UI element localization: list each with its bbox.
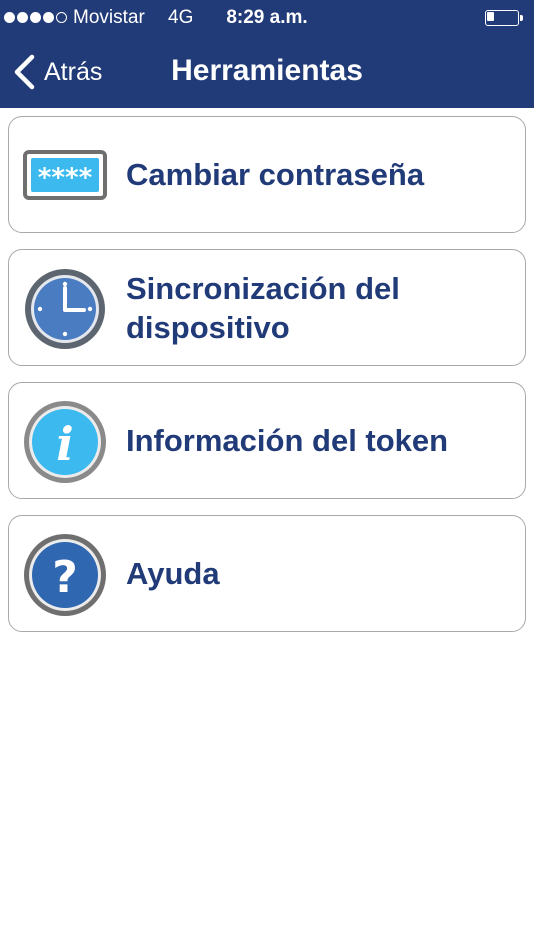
password-field-icon: **** (22, 133, 108, 219)
menu-item-help[interactable]: ? Ayuda (8, 515, 526, 632)
status-time: 8:29 a.m. (226, 7, 308, 28)
navigation-bar: Atrás Herramientas (0, 36, 534, 108)
menu-item-change-password[interactable]: **** Cambiar contraseña (8, 116, 526, 233)
clock-icon (22, 266, 108, 352)
page-title: Herramientas (171, 54, 363, 87)
status-bar: Movistar 4G 8:29 a.m. (0, 0, 534, 36)
menu-item-token-info[interactable]: i Información del token (8, 382, 526, 499)
svg-text:?: ? (52, 552, 78, 603)
info-icon: i (22, 399, 108, 485)
top-bar: Movistar 4G 8:29 a.m. Atrás Herramientas (0, 0, 534, 108)
menu-item-device-sync[interactable]: Sincronización del dispositivo (8, 249, 526, 366)
battery-level (487, 12, 494, 21)
menu-item-label: Ayuda (126, 556, 220, 591)
help-icon: ? (22, 532, 108, 618)
svg-text:****: **** (38, 163, 93, 193)
tools-menu: **** Cambiar contraseña Sincronización d… (8, 116, 526, 648)
menu-item-label: Información del token (126, 423, 449, 458)
menu-item-label: Sincronización del dispositivo (126, 270, 400, 345)
app-screen: Movistar 4G 8:29 a.m. Atrás Herramientas (0, 0, 534, 950)
battery-icon (485, 10, 523, 26)
menu-item-label: Cambiar contraseña (126, 157, 425, 192)
svg-text:i: i (56, 417, 73, 471)
battery-tip (520, 15, 523, 21)
